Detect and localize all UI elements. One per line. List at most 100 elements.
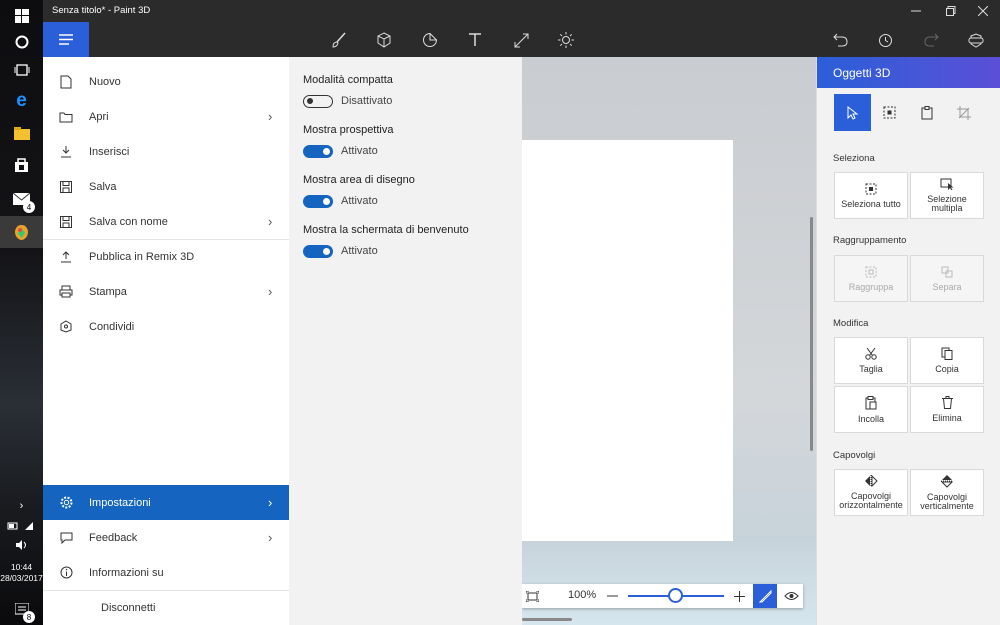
mixed-reality-button[interactable]	[966, 30, 986, 50]
crop-tab[interactable]	[945, 94, 982, 131]
clipboard-icon	[921, 105, 932, 119]
trash-icon	[941, 396, 953, 409]
new-file-icon	[59, 75, 73, 89]
battery-network-icon[interactable]	[0, 518, 43, 534]
text-tool-button[interactable]	[465, 30, 485, 50]
chevron-right-icon: ›	[268, 214, 273, 229]
cube-icon	[377, 32, 391, 48]
canvas-workspace[interactable]: 100%	[522, 57, 816, 625]
section-label-edit: Modifica	[833, 318, 869, 329]
file-explorer-icon[interactable]	[0, 117, 43, 149]
select-all-button[interactable]: Seleziona tutto	[834, 172, 908, 219]
menu-item-open[interactable]: Apri ›	[43, 99, 289, 134]
toggle-show-canvas[interactable]	[303, 195, 333, 208]
menu-item-settings[interactable]: Impostazioni ›	[43, 485, 289, 520]
store-icon[interactable]	[0, 149, 43, 181]
history-button[interactable]	[875, 30, 895, 50]
stickers-tool-button[interactable]	[420, 30, 440, 50]
menu-item-save-as[interactable]: Salva con nome ›	[43, 204, 289, 239]
multi-select-icon	[940, 178, 954, 190]
mail-icon[interactable]: 4	[0, 183, 43, 215]
toggle-show-welcome[interactable]	[303, 245, 333, 258]
menu-item-new[interactable]: Nuovo	[43, 64, 289, 99]
menu-item-insert[interactable]: Inserisci	[43, 134, 289, 169]
menu-item-label: Impostazioni	[89, 496, 151, 509]
zoom-in-icon[interactable]	[732, 589, 746, 603]
toggle-show-perspective[interactable]	[303, 145, 333, 158]
mail-badge: 4	[23, 201, 35, 213]
save-as-icon	[59, 215, 73, 229]
taskbar-clock[interactable]: 10:44 28/03/2017	[0, 562, 43, 584]
chevron-up-icon[interactable]: ›	[0, 497, 43, 515]
resize-icon	[514, 33, 528, 47]
close-button[interactable]	[966, 0, 1000, 22]
chevron-right-icon: ›	[268, 109, 273, 124]
vertical-scrollbar[interactable]	[810, 217, 813, 451]
share-icon	[59, 320, 73, 334]
menu-item-sign-out[interactable]: Disconnetti	[43, 590, 289, 625]
insert-icon	[59, 145, 73, 159]
canvas-tool-button[interactable]	[511, 30, 531, 50]
draw-view-button[interactable]	[753, 584, 777, 608]
delete-button[interactable]: Elimina	[910, 386, 984, 433]
app-toolbar	[43, 22, 1000, 57]
menu-item-about[interactable]: Informazioni su	[43, 555, 289, 590]
clipboard-tab[interactable]	[908, 94, 945, 131]
paste-button[interactable]: Incolla	[834, 386, 908, 433]
panel-title: Oggetti 3D	[817, 57, 1000, 88]
volume-icon[interactable]	[0, 537, 43, 553]
sticker-icon	[423, 32, 438, 47]
task-view-icon[interactable]	[0, 54, 43, 86]
drawing-canvas[interactable]	[522, 140, 733, 541]
minimize-button[interactable]	[899, 0, 933, 22]
maximize-button[interactable]	[934, 0, 968, 22]
select-object-tab[interactable]	[871, 94, 908, 131]
select-tool-tab[interactable]	[834, 94, 871, 131]
multi-select-button[interactable]: Selezione multipla	[910, 172, 984, 219]
menu-item-label: Apri	[89, 110, 109, 123]
clock-time: 10:44	[10, 562, 33, 572]
section-label-flip: Capovolgi	[833, 450, 876, 461]
zoom-level-label: 100%	[568, 589, 597, 601]
brushes-tool-button[interactable]	[329, 30, 349, 50]
fit-to-screen-icon[interactable]	[524, 588, 540, 604]
cut-button[interactable]: Taglia	[834, 337, 908, 384]
effects-tool-button[interactable]	[556, 30, 576, 50]
copy-icon	[941, 347, 953, 360]
edge-browser-icon[interactable]: e	[0, 85, 43, 117]
eye-icon	[783, 592, 799, 600]
button-label: Incolla	[857, 413, 884, 424]
3d-objects-tool-button[interactable]	[374, 30, 394, 50]
menu-item-save[interactable]: Salva	[43, 169, 289, 204]
info-icon	[59, 566, 73, 580]
zoom-out-icon[interactable]	[607, 588, 621, 604]
3d-view-button[interactable]	[779, 584, 803, 608]
action-center-icon[interactable]: 8	[0, 593, 43, 625]
hamburger-menu-button[interactable]	[43, 22, 89, 57]
undo-button[interactable]	[830, 30, 850, 50]
ungroup-icon	[941, 266, 953, 277]
paint3d-taskbar-icon[interactable]	[0, 216, 43, 248]
menu-item-publish-remix3d[interactable]: Pubblica in Remix 3D	[43, 239, 289, 274]
copy-button[interactable]: Copia	[910, 337, 984, 384]
flip-horizontal-button[interactable]: Capovolgi orizzontalmente	[834, 469, 908, 516]
printer-icon	[59, 285, 73, 299]
flip-horizontal-icon	[865, 475, 878, 487]
paste-icon	[865, 395, 877, 409]
redo-button[interactable]	[921, 30, 941, 50]
horizontal-scrollbar[interactable]	[522, 618, 572, 621]
menu-item-feedback[interactable]: Feedback ›	[43, 520, 289, 555]
group-button[interactable]: Raggruppa	[834, 255, 908, 302]
menu-item-label: Stampa	[89, 285, 127, 298]
3d-objects-panel: Oggetti 3D Seleziona Seleziona tutto Sel…	[816, 57, 1000, 625]
redo-icon	[923, 33, 939, 47]
flip-vertical-button[interactable]: Capovolgi verticalmente	[910, 469, 984, 516]
ungroup-button[interactable]: Separa	[910, 255, 984, 302]
zoom-slider-thumb[interactable]	[668, 588, 683, 603]
toggle-compact-mode[interactable]	[303, 95, 333, 108]
sun-icon	[558, 32, 574, 48]
feedback-icon	[59, 531, 73, 545]
menu-item-label: Condividi	[89, 320, 135, 333]
menu-item-share[interactable]: Condividi	[43, 309, 289, 344]
menu-item-print[interactable]: Stampa ›	[43, 274, 289, 309]
